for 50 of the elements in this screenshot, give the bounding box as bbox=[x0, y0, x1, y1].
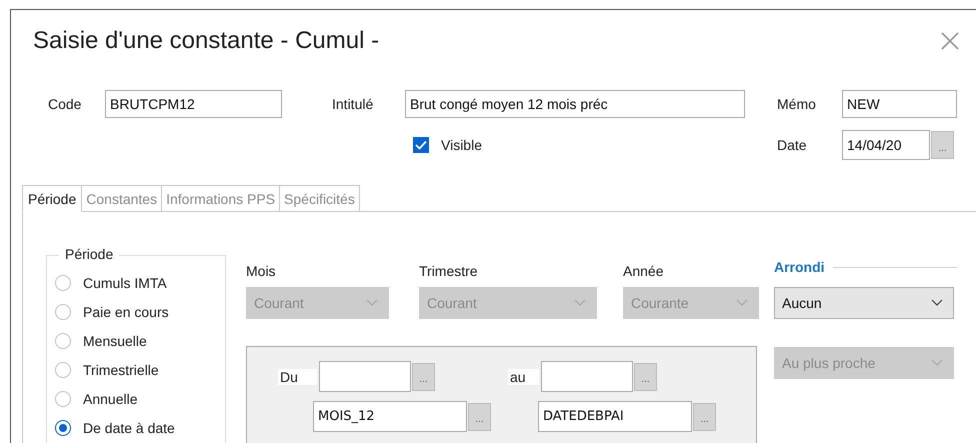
field-label: Intitulé bbox=[332, 96, 374, 112]
input-field[interactable]: NEW bbox=[842, 90, 957, 118]
radio-button[interactable] bbox=[55, 304, 71, 320]
input-field[interactable]: 14/04/20 bbox=[842, 130, 930, 160]
checkbox[interactable] bbox=[413, 137, 429, 153]
radio-button[interactable] bbox=[55, 274, 71, 290]
radio-button[interactable] bbox=[55, 390, 71, 406]
field-label: Code bbox=[48, 96, 82, 112]
browse-button[interactable]: ... bbox=[931, 131, 954, 159]
browse-button[interactable]: ... bbox=[693, 402, 716, 430]
browse-button[interactable]: ... bbox=[412, 362, 435, 390]
field-label: Année bbox=[623, 263, 664, 281]
field-label: Date bbox=[777, 137, 808, 153]
radio-label: Cumuls IMTA bbox=[83, 274, 167, 290]
window-title: Saisie d'une constante - Cumul - bbox=[33, 26, 380, 55]
radio-label: De date à date bbox=[83, 420, 175, 436]
section-title: Arrondi bbox=[774, 259, 825, 275]
chevron-icon bbox=[366, 299, 378, 307]
group-title: Période bbox=[59, 246, 120, 262]
input-field[interactable]: DATEDEBPAI bbox=[538, 401, 692, 432]
field-label: Du bbox=[278, 368, 317, 384]
tab[interactable]: Spécificités bbox=[280, 185, 360, 212]
radio-button[interactable] bbox=[55, 332, 71, 348]
field-label: Mémo bbox=[777, 96, 817, 112]
radio-button[interactable] bbox=[55, 420, 71, 436]
checkbox-label: Visible bbox=[441, 137, 482, 153]
input-field[interactable]: MOIS_12 bbox=[313, 401, 467, 432]
chevron-icon bbox=[931, 359, 943, 367]
input-field[interactable]: Brut congé moyen 12 mois préc bbox=[405, 90, 745, 118]
chevron-icon bbox=[574, 299, 586, 307]
browse-button[interactable]: ... bbox=[468, 402, 491, 430]
browse-button[interactable]: ... bbox=[634, 362, 657, 390]
tab[interactable]: Période bbox=[22, 185, 82, 212]
input-field[interactable] bbox=[319, 361, 411, 392]
field-label: Mois bbox=[246, 263, 277, 281]
radio-label: Trimestrielle bbox=[83, 362, 159, 378]
field-label: Trimestre bbox=[419, 263, 479, 281]
field-label: au bbox=[508, 368, 539, 384]
input-field[interactable]: BRUTCPM12 bbox=[105, 90, 282, 118]
chevron-icon bbox=[736, 299, 748, 307]
radio-label: Annuelle bbox=[83, 390, 138, 406]
radio-button[interactable] bbox=[55, 362, 71, 378]
dropdown[interactable]: Aucun bbox=[774, 287, 954, 319]
tab[interactable]: Constantes bbox=[82, 185, 162, 212]
input-field[interactable] bbox=[541, 361, 633, 392]
radio-label: Mensuelle bbox=[83, 332, 147, 348]
close-icon bbox=[940, 31, 960, 51]
radio-label: Paie en cours bbox=[83, 304, 169, 320]
tab[interactable]: Informations PPS bbox=[162, 185, 280, 212]
chevron-icon bbox=[931, 299, 943, 307]
